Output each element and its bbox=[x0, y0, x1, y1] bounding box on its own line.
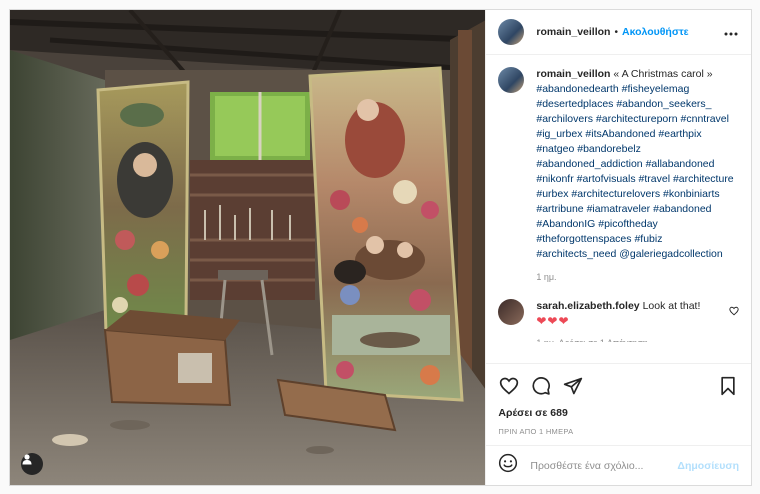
hashtag-link[interactable]: #architecturelovers bbox=[571, 188, 660, 200]
post-timestamp[interactable]: ΠΡΙΝ ΑΠΟ 1 ΗΜΕΡΑ bbox=[486, 423, 751, 445]
hashtag-link[interactable]: @galeriegadcollection bbox=[619, 248, 722, 260]
post-comment-button[interactable]: Δημοσίευση bbox=[677, 460, 739, 472]
comments-list[interactable]: romain_veillon « A Christmas carol » #ab… bbox=[486, 55, 751, 363]
hashtag-link[interactable]: #ig_urbex bbox=[536, 128, 582, 140]
hashtag-link[interactable]: #theforgottenspaces bbox=[536, 233, 631, 245]
hashtag-link[interactable]: #architects_need bbox=[536, 248, 616, 260]
hashtag-link[interactable]: #artofvisuals bbox=[577, 173, 636, 185]
hashtag-link[interactable]: #iamatraveler bbox=[587, 203, 651, 215]
hashtag-link[interactable]: #abandoned bbox=[653, 203, 711, 215]
more-options-icon bbox=[724, 23, 738, 41]
hashtag-link[interactable]: #fubiz bbox=[634, 233, 662, 245]
avatar[interactable] bbox=[498, 19, 525, 45]
comment-body: sarah.elizabeth.foley Look at that! ❤❤❤ … bbox=[536, 299, 721, 342]
post-sidebar: romain_veillon • Ακολουθήστε romain_veil… bbox=[485, 10, 751, 485]
hashtag-link[interactable]: #urbex bbox=[536, 188, 568, 200]
hashtag-link[interactable]: #abandonedearth bbox=[536, 83, 618, 95]
caption-body: romain_veillon « A Christmas carol » #ab… bbox=[536, 67, 739, 285]
post-modal: romain_veillon • Ακολουθήστε romain_veil… bbox=[9, 9, 752, 486]
comment-username[interactable]: sarah.elizabeth.foley bbox=[536, 300, 639, 312]
user-tag-button[interactable] bbox=[21, 453, 43, 475]
comment-input[interactable] bbox=[530, 459, 678, 472]
hashtag-link[interactable]: #travel bbox=[639, 173, 671, 185]
emoji-icon[interactable] bbox=[498, 453, 518, 478]
follow-button[interactable]: Ακολουθήστε bbox=[622, 26, 689, 38]
hashtag-link[interactable]: #konbiniarts bbox=[663, 188, 720, 200]
hashtag-link[interactable]: #natgeo bbox=[536, 143, 574, 155]
more-options-button[interactable] bbox=[723, 24, 739, 40]
hashtag-link[interactable]: #itsAbandoned bbox=[585, 128, 655, 140]
caption-avatar[interactable] bbox=[498, 67, 525, 93]
photo-illustration bbox=[10, 10, 486, 485]
hashtag-list: #abandonedearth #fisheyelemag #desertedp… bbox=[536, 83, 733, 260]
save-icon[interactable] bbox=[717, 375, 739, 397]
header-username[interactable]: romain_veillon bbox=[536, 26, 610, 38]
comment-text: Look at that! bbox=[639, 300, 701, 312]
hashtag-link[interactable]: #abandoned_addiction bbox=[536, 158, 642, 170]
comment-meta[interactable]: 1 ημ. Αρέσει σε 1 Απάντηση bbox=[536, 336, 721, 342]
action-bar bbox=[486, 363, 751, 407]
share-icon[interactable] bbox=[562, 375, 584, 397]
caption-title: « A Christmas carol » bbox=[610, 68, 713, 80]
hashtag-link[interactable]: #cnntravel bbox=[681, 113, 729, 125]
add-comment-bar: Δημοσίευση bbox=[486, 445, 751, 485]
comment-icon[interactable] bbox=[530, 375, 552, 397]
header-separator: • bbox=[614, 26, 618, 38]
small-heart-icon[interactable] bbox=[729, 303, 739, 321]
hashtag-link[interactable]: #architecture bbox=[673, 173, 734, 185]
hashtag-link[interactable]: #AbandonIG bbox=[536, 218, 595, 230]
likes-count[interactable]: Αρέσει σε 689 bbox=[486, 407, 751, 423]
hashtag-link[interactable]: #archilovers bbox=[536, 113, 593, 125]
hashtag-link[interactable]: #nikonfr bbox=[536, 173, 573, 185]
like-icon[interactable] bbox=[498, 375, 520, 397]
caption: romain_veillon « A Christmas carol » #ab… bbox=[498, 67, 739, 285]
caption-username[interactable]: romain_veillon bbox=[536, 68, 610, 80]
hashtag-link[interactable]: #artribune bbox=[536, 203, 583, 215]
comment-hearts: ❤❤❤ bbox=[536, 314, 570, 328]
hashtag-link[interactable]: #picoftheday bbox=[598, 218, 658, 230]
caption-time[interactable]: 1 ημ. bbox=[536, 270, 739, 285]
post-header: romain_veillon • Ακολουθήστε bbox=[486, 10, 751, 55]
comment-avatar[interactable] bbox=[498, 299, 525, 325]
post-photo[interactable] bbox=[10, 10, 486, 485]
hashtag-link[interactable]: #allabandoned bbox=[646, 158, 715, 170]
hashtag-link[interactable]: #architectureporn bbox=[596, 113, 678, 125]
hashtag-link[interactable]: #fisheyelemag bbox=[622, 83, 690, 95]
hashtag-link[interactable]: #abandon_seekers_ bbox=[616, 98, 711, 110]
hashtag-link[interactable]: #bandorebelz bbox=[577, 143, 641, 155]
comment-item: sarah.elizabeth.foley Look at that! ❤❤❤ … bbox=[498, 299, 739, 342]
hashtag-link[interactable]: #desertedplaces bbox=[536, 98, 613, 110]
hashtag-link[interactable]: #earthpix bbox=[658, 128, 701, 140]
